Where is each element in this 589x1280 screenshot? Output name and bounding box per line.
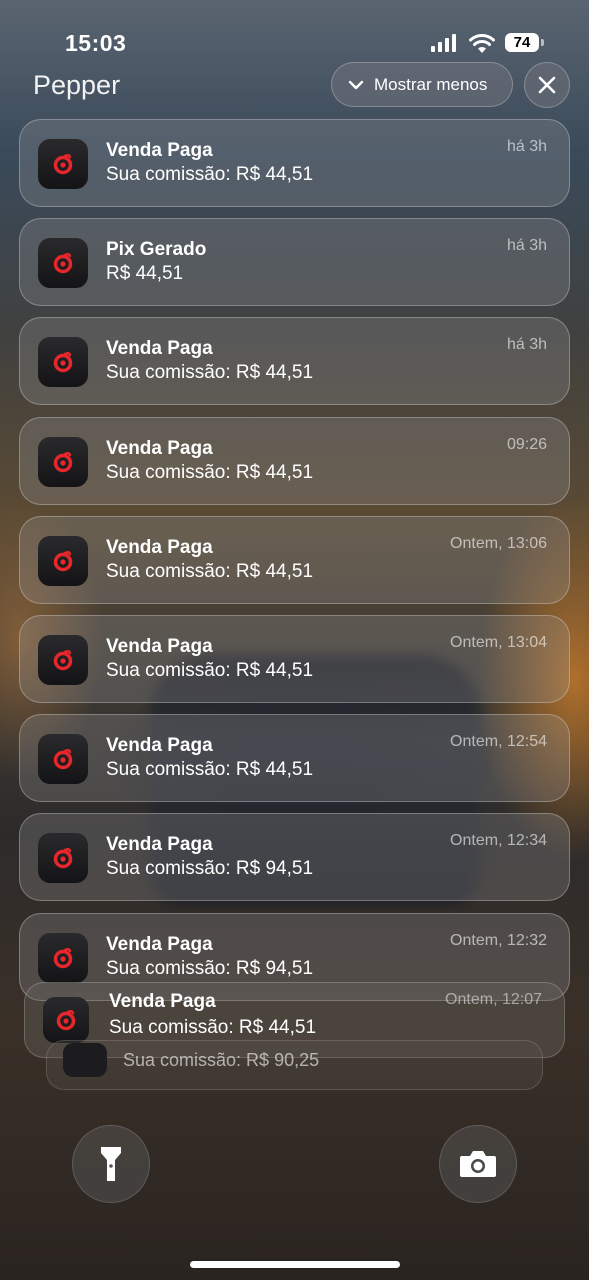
clear-group-button[interactable] <box>524 62 570 108</box>
show-less-label: Mostrar menos <box>374 74 488 94</box>
notification-card[interactable]: Venda Paga Sua comissão: R$ 44,51 Ontem, 1… <box>19 615 570 703</box>
camera-button[interactable] <box>439 1125 517 1203</box>
pepper-app-icon <box>43 997 89 1043</box>
notification-time: Ontem, 12:34 <box>450 832 547 849</box>
notification-title: Venda Paga <box>106 735 213 756</box>
notification-time: há 3h <box>506 138 547 155</box>
notification-body: Sua comissão: R$ 90,25 <box>123 1050 320 1070</box>
notification-card[interactable]: Venda Paga Sua comissão: R$ 44,51 09:26 <box>19 417 570 505</box>
pepper-app-icon <box>38 238 88 288</box>
close-icon <box>538 76 556 94</box>
chevron-down-icon <box>348 80 364 89</box>
flashlight-icon <box>101 1147 121 1181</box>
notification-title: Venda Paga <box>106 537 213 558</box>
show-less-button[interactable]: Mostrar menos <box>331 62 513 107</box>
notification-title: Venda Paga <box>106 338 213 359</box>
notification-time: Ontem, 13:04 <box>450 634 547 651</box>
pepper-app-icon <box>38 536 88 586</box>
pepper-app-icon <box>38 833 88 883</box>
notification-body: Sua comissão: R$ 44,51 <box>106 561 314 582</box>
notification-body: Sua comissão: R$ 44,51 <box>106 362 314 383</box>
notification-time: Ontem, 13:06 <box>450 535 547 552</box>
camera-icon <box>460 1151 496 1177</box>
notification-card[interactable]: Venda Paga Sua comissão: R$ 44,51 Ontem, 1… <box>19 516 570 604</box>
pepper-app-icon <box>38 139 88 189</box>
notification-title: Venda Paga <box>109 991 216 1012</box>
battery-level: 74 <box>513 34 531 51</box>
notification-title: Venda Paga <box>106 834 213 855</box>
notification-group-title: Pepper <box>33 70 121 100</box>
notification-body: R$ 44,51 <box>106 263 184 284</box>
notification-card[interactable]: Pix Gerado R$ 44,51 há 3h <box>19 218 570 306</box>
notification-body: Sua comissão: R$ 44,51 <box>106 164 314 185</box>
notification-time: há 3h <box>506 237 547 254</box>
notification-time: Ontem, 12:07 <box>445 991 542 1008</box>
status-time: 15:03 <box>65 30 127 56</box>
wifi-icon <box>469 34 495 53</box>
cellular-signal-icon <box>431 34 456 52</box>
notification-body: Sua comissão: R$ 44,51 <box>109 1017 317 1038</box>
notification-body: Sua comissão: R$ 44,51 <box>106 759 314 780</box>
pepper-app-icon <box>38 337 88 387</box>
pepper-app-icon <box>38 437 88 487</box>
notification-time: Ontem, 12:54 <box>450 733 547 750</box>
notification-title: Venda Paga <box>106 140 213 161</box>
pepper-app-icon <box>63 1043 107 1077</box>
notification-card[interactable]: Venda Paga Sua comissão: R$ 44,51 Ontem, 1… <box>19 714 570 802</box>
notification-body: Sua comissão: R$ 94,51 <box>106 858 314 879</box>
notification-body: Sua comissão: R$ 94,51 <box>106 958 314 979</box>
flashlight-button[interactable] <box>72 1125 150 1203</box>
notification-title: Pix Gerado <box>106 239 207 260</box>
stacked-notification-back[interactable]: Sua comissão: R$ 90,25 <box>46 1040 543 1090</box>
notification-time: há 3h <box>506 336 547 353</box>
notification-title: Venda Paga <box>106 934 213 955</box>
battery-icon: 74 <box>505 33 544 52</box>
notification-card[interactable]: Venda Paga Sua comissão: R$ 44,51 há 3h <box>19 317 570 405</box>
notification-body: Sua comissão: R$ 44,51 <box>106 660 314 681</box>
notification-card[interactable]: Venda Paga Sua comissão: R$ 94,51 Ontem, 1… <box>19 813 570 901</box>
notification-time: 09:26 <box>506 436 547 453</box>
notification-title: Venda Paga <box>106 636 213 657</box>
notification-title: Venda Paga <box>106 438 213 459</box>
pepper-app-icon <box>38 635 88 685</box>
home-indicator[interactable] <box>190 1261 400 1268</box>
notification-body: Sua comissão: R$ 44,51 <box>106 462 314 483</box>
pepper-app-icon <box>38 734 88 784</box>
notification-card[interactable]: Venda Paga Sua comissão: R$ 44,51 há 3h <box>19 119 570 207</box>
pepper-app-icon <box>38 933 88 983</box>
notification-time: Ontem, 12:32 <box>450 932 547 949</box>
